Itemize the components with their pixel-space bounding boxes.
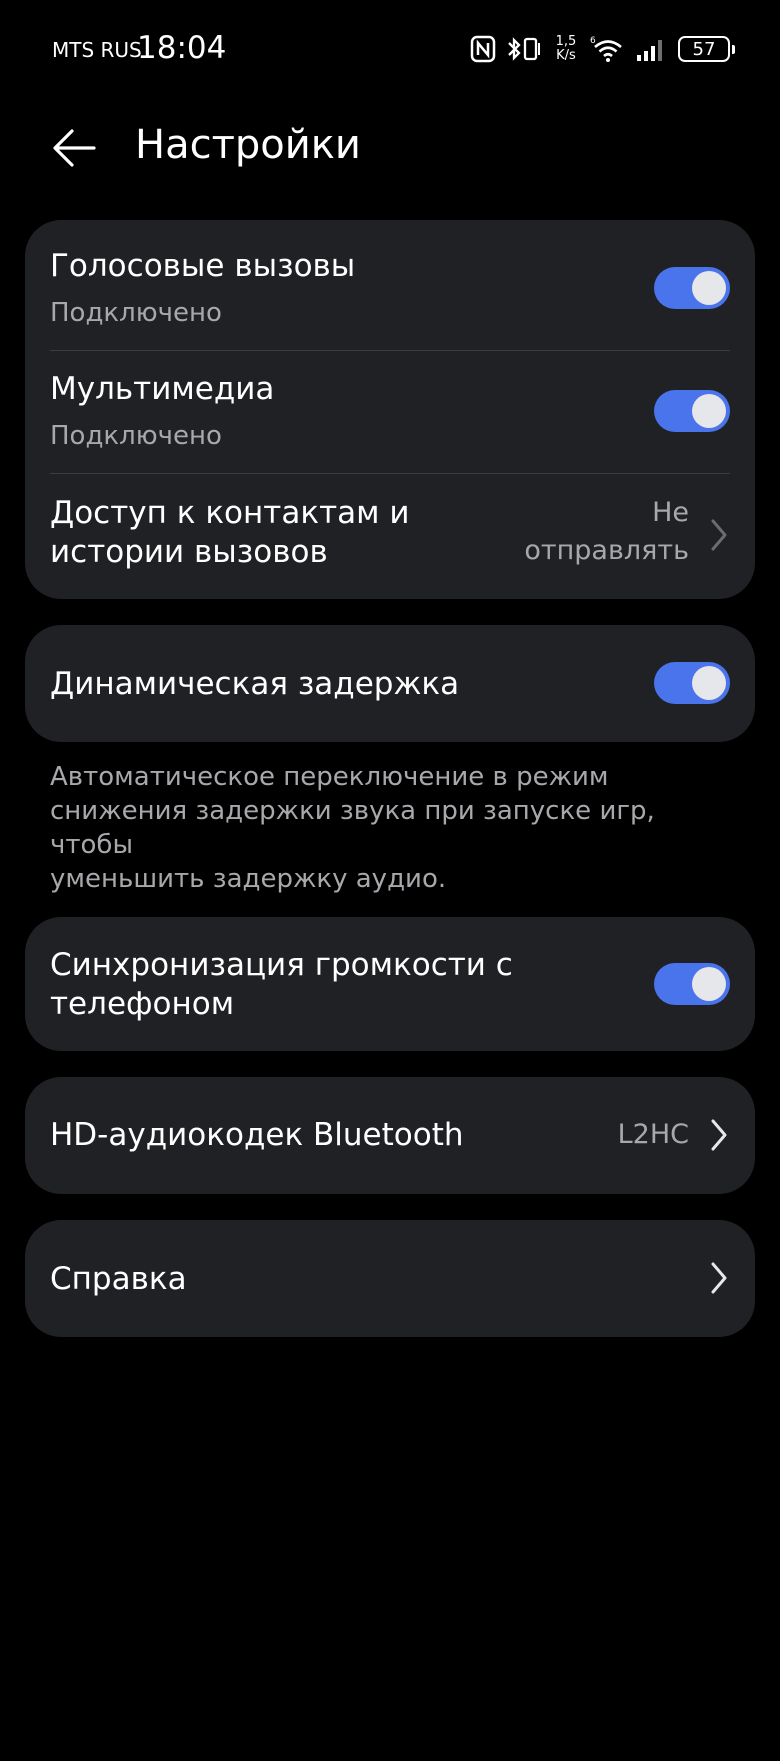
contacts-access-title-line1: Доступ к контактам и — [50, 495, 410, 531]
multimedia-status: Подключено — [50, 421, 222, 451]
hd-codec-row[interactable]: HD-аудиокодек Bluetooth L2HC — [25, 1077, 755, 1194]
page-title: Настройки — [135, 122, 361, 168]
back-arrow-icon[interactable] — [50, 124, 98, 172]
voice-calls-title: Голосовые вызовы — [50, 248, 356, 284]
contacts-access-value-line2: отправлять — [524, 535, 689, 566]
dynamic-latency-title: Динамическая задержка — [50, 666, 460, 702]
header: Настройки — [0, 108, 780, 188]
help-card: Справка — [25, 1220, 755, 1337]
chevron-right-icon — [711, 519, 727, 551]
description-line: уменьшить задержку аудио. — [50, 864, 447, 894]
bluetooth-vibrate-icon — [508, 37, 540, 61]
volume-sync-title-line1: Синхронизация громкости с — [50, 947, 513, 983]
status-icons: 1,5 K/s 6 57 — [470, 32, 735, 66]
chevron-right-icon — [711, 1119, 727, 1151]
connections-card: Голосовые вызовы Подключено Мультимедиа … — [25, 220, 755, 599]
dynamic-latency-description: Автоматическое переключение в режим сниж… — [50, 760, 740, 896]
toggle-knob — [692, 967, 726, 1001]
contacts-access-title-line2: истории вызовов — [50, 534, 328, 570]
dynamic-latency-toggle[interactable] — [654, 662, 730, 704]
voice-calls-row[interactable]: Голосовые вызовы Подключено — [25, 220, 755, 351]
hd-codec-title: HD-аудиокодек Bluetooth — [50, 1117, 464, 1153]
toggle-knob — [692, 394, 726, 428]
wifi-6-label: 6 — [590, 36, 596, 46]
help-row[interactable]: Справка — [25, 1220, 755, 1337]
hd-codec-card: HD-аудиокодек Bluetooth L2HC — [25, 1077, 755, 1194]
net-speed-unit: K/s — [556, 48, 576, 63]
toggle-knob — [692, 666, 726, 700]
volume-sync-title-line2: телефоном — [50, 986, 235, 1022]
battery-icon: 57 — [678, 36, 735, 62]
status-bar: MTS RUS 18:04 1,5 K/s 6 57 — [0, 0, 780, 100]
hd-codec-value: L2HC — [617, 1119, 689, 1150]
nfc-icon — [470, 35, 496, 63]
multimedia-row[interactable]: Мультимедиа Подключено — [25, 351, 755, 473]
net-speed-value: 1,5 — [555, 34, 577, 49]
volume-sync-card: Синхронизация громкости с телефоном — [25, 917, 755, 1051]
help-title: Справка — [50, 1261, 187, 1297]
status-time: 18:04 — [137, 30, 227, 66]
description-line: Автоматическое переключение в режим — [50, 762, 609, 792]
signal-icon — [637, 40, 662, 61]
description-line: снижения задержки звука при запуске игр,… — [50, 796, 655, 860]
dynamic-latency-card: Динамическая задержка — [25, 625, 755, 742]
multimedia-toggle[interactable] — [654, 390, 730, 432]
toggle-knob — [692, 271, 726, 305]
volume-sync-row[interactable]: Синхронизация громкости с телефоном — [25, 917, 755, 1051]
net-speed: 1,5 K/s — [552, 35, 580, 63]
chevron-right-icon — [711, 1262, 727, 1294]
wifi-icon: 6 — [590, 36, 622, 62]
contacts-access-row[interactable]: Доступ к контактам и истории вызовов Не … — [25, 474, 755, 599]
volume-sync-toggle[interactable] — [654, 963, 730, 1005]
contacts-access-value-line1: Не — [652, 497, 689, 528]
battery-level: 57 — [692, 38, 716, 60]
multimedia-title: Мультимедиа — [50, 371, 275, 407]
voice-calls-toggle[interactable] — [654, 267, 730, 309]
dynamic-latency-row[interactable]: Динамическая задержка — [25, 625, 755, 742]
voice-calls-status: Подключено — [50, 298, 222, 328]
carrier-label: MTS RUS — [52, 38, 142, 62]
